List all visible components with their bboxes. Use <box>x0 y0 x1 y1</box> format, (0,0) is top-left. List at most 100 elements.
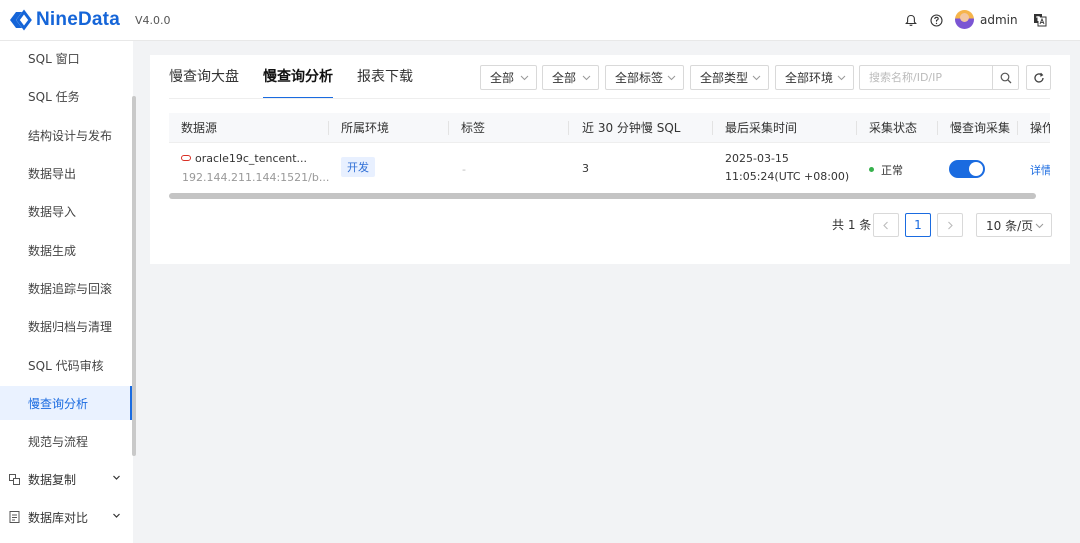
sidebar-item-data-archive[interactable]: 数据归档与清理 <box>0 309 133 343</box>
prev-page-button[interactable] <box>873 213 899 237</box>
filter-all-2[interactable]: 全部 <box>542 65 599 90</box>
sidebar-group-replication[interactable]: 数据复制 <box>0 462 133 496</box>
sidebar-group-db-compare[interactable]: 数据库对比 <box>0 500 133 534</box>
filter-all-1[interactable]: 全部 <box>480 65 537 90</box>
sidebar-item-data-export[interactable]: 数据导出 <box>0 156 133 190</box>
app-name: NineData <box>36 9 120 30</box>
sidebar-item-data-import[interactable]: 数据导入 <box>0 194 133 228</box>
env-badge-text: 开发 <box>341 157 375 177</box>
sidebar-item-label: SQL 任务 <box>28 89 80 104</box>
replication-icon <box>8 473 20 485</box>
search-icon <box>1000 72 1011 83</box>
chevron-down-icon <box>1035 223 1044 229</box>
filter-value: 全部 <box>490 71 515 85</box>
help-icon[interactable] <box>928 12 944 28</box>
column-header-collect: 慢查询采集 <box>950 121 1011 135</box>
sidebar-item-sql-task[interactable]: SQL 任务 <box>0 79 133 113</box>
chevron-down-icon <box>520 75 529 81</box>
column-divider <box>937 121 938 135</box>
filter-value: 全部标签 <box>615 71 664 85</box>
column-header-status: 采集状态 <box>869 121 918 135</box>
detail-link[interactable]: 详情 <box>1030 162 1050 178</box>
search-input[interactable] <box>860 66 992 89</box>
datasource-name-text: oracle19c_tencent... <box>195 152 308 165</box>
collect-toggle[interactable] <box>949 160 985 178</box>
datasource-name[interactable]: oracle19c_tencent... <box>181 152 307 165</box>
sidebar-item-data-generation[interactable]: 数据生成 <box>0 233 133 267</box>
column-divider <box>448 121 449 135</box>
sidebar-item-schema-design[interactable]: 结构设计与发布 <box>0 118 133 152</box>
refresh-button[interactable] <box>1026 65 1051 90</box>
status-text: 正常 <box>881 164 903 177</box>
table-row: oracle19c_tencent... 192.144.211.144:152… <box>169 143 1050 192</box>
column-header-environment: 所属环境 <box>341 121 390 135</box>
compare-icon <box>8 511 20 523</box>
last-collect-date: 2025-03-15 <box>725 152 789 165</box>
search-box <box>859 65 1019 90</box>
username: admin <box>980 12 1018 27</box>
status-badge: 正常 <box>869 162 903 178</box>
sidebar-item-sql-window[interactable]: SQL 窗口 <box>0 41 133 75</box>
column-divider <box>712 121 713 135</box>
table-horizontal-scrollbar[interactable] <box>169 193 1036 199</box>
sidebar-item-sql-review[interactable]: SQL 代码审核 <box>0 348 133 382</box>
last-collect-time: 11:05:24(UTC +08:00) <box>725 170 850 183</box>
filter-types[interactable]: 全部类型 <box>690 65 769 90</box>
chevron-down-icon <box>837 75 846 81</box>
oracle-icon <box>181 155 191 161</box>
chevron-down-icon <box>667 75 676 81</box>
avatar <box>955 10 974 29</box>
column-divider <box>328 121 329 135</box>
sidebar-group-label: 数据复制 <box>28 472 77 487</box>
sidebar-item-label: 数据导入 <box>28 204 77 219</box>
slow-sql-count[interactable]: 3 <box>582 162 589 175</box>
filter-value: 全部环境 <box>785 71 834 85</box>
ninedata-logo-icon <box>10 9 32 31</box>
column-header-slow-sql: 近 30 分钟慢 SQL <box>582 121 681 135</box>
chevron-down-icon <box>113 475 120 480</box>
pagination-total: 共 1 条 <box>832 218 872 232</box>
next-page-button[interactable] <box>937 213 963 237</box>
filter-tags[interactable]: 全部标签 <box>605 65 684 90</box>
tab-slow-query-dashboard[interactable]: 慢查询大盘 <box>169 55 239 99</box>
tab-report-download[interactable]: 报表下载 <box>357 55 413 99</box>
filter-value: 全部 <box>552 71 577 85</box>
bell-icon[interactable] <box>903 12 919 28</box>
column-header-tags: 标签 <box>461 121 486 135</box>
filter-environments[interactable]: 全部环境 <box>775 65 854 90</box>
sidebar-item-label: SQL 代码审核 <box>28 358 104 373</box>
main-panel: 慢查询大盘 慢查询分析 报表下载 全部 全部 全部标签 全部类型 全部环境 数据… <box>150 55 1070 264</box>
refresh-icon <box>1033 72 1044 83</box>
datasource-address: 192.144.211.144:1521/b... <box>182 171 330 184</box>
sidebar-item-standards[interactable]: 规范与流程 <box>0 424 133 458</box>
sidebar-item-label: SQL 窗口 <box>28 51 80 66</box>
chevron-down-icon <box>752 75 761 81</box>
column-divider <box>1017 121 1018 135</box>
sidebar-item-slow-query[interactable]: 慢查询分析 <box>0 386 133 420</box>
top-bar: NineData V4.0.0 admin <box>0 0 1080 41</box>
column-header-datasource: 数据源 <box>181 121 218 135</box>
language-switch-icon[interactable] <box>1032 12 1048 28</box>
env-badge: 开发 <box>341 157 375 177</box>
column-header-last-time: 最后采集时间 <box>725 121 798 135</box>
tab-bar: 慢查询大盘 慢查询分析 报表下载 <box>169 55 437 99</box>
search-button[interactable] <box>992 66 1018 89</box>
status-dot-icon <box>869 167 874 172</box>
sidebar-item-label: 结构设计与发布 <box>28 128 113 143</box>
page-size-select[interactable]: 10 条/页 <box>976 213 1052 237</box>
chevron-left-icon <box>883 221 888 229</box>
page-size-value: 10 条/页 <box>986 218 1034 233</box>
filter-value: 全部类型 <box>700 71 749 85</box>
sidebar-item-label: 数据生成 <box>28 243 77 258</box>
sidebar-item-label: 数据导出 <box>28 166 77 181</box>
tab-slow-query-analysis[interactable]: 慢查询分析 <box>263 55 333 99</box>
page-number-current[interactable]: 1 <box>905 213 931 237</box>
column-header-action: 操作 <box>1030 121 1050 135</box>
chevron-down-icon <box>582 75 591 81</box>
sidebar-group-label: 数据库对比 <box>28 510 89 525</box>
sidebar-scrollbar[interactable] <box>132 96 136 456</box>
sidebar-item-data-tracking[interactable]: 数据追踪与回滚 <box>0 271 133 305</box>
logo[interactable]: NineData <box>8 9 120 31</box>
user-menu[interactable]: admin <box>955 10 1018 29</box>
chevron-down-icon <box>113 513 120 518</box>
